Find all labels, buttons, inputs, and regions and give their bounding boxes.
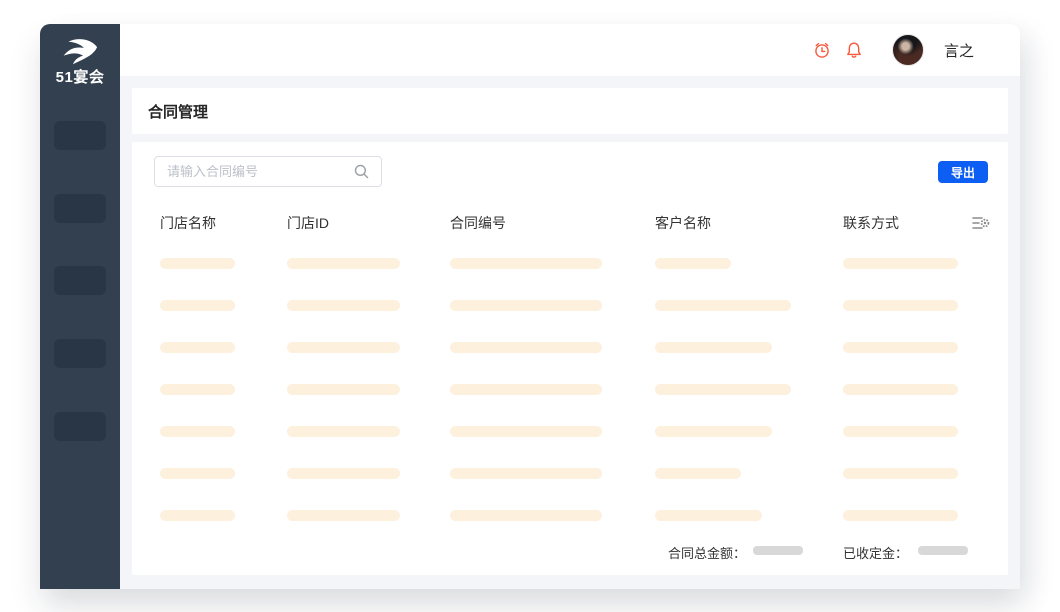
alarm-clock-icon[interactable]: [813, 41, 831, 59]
deposit-placeholder: [918, 546, 968, 555]
skeleton-bar: [160, 342, 235, 353]
column-header: 联系方式: [843, 213, 899, 233]
sidebar-menu-placeholder: [54, 121, 106, 150]
skeleton-bar: [450, 258, 602, 269]
skeleton-bar: [160, 300, 235, 311]
skeleton-bar: [450, 426, 602, 437]
skeleton-bar: [655, 258, 731, 269]
skeleton-bar: [843, 342, 958, 353]
skeleton-bar: [655, 426, 772, 437]
search-icon[interactable]: [353, 163, 370, 180]
sidebar-menu-placeholder: [54, 194, 106, 223]
column-settings-gear-icon[interactable]: [972, 215, 990, 231]
skeleton-bar: [843, 258, 958, 269]
main-area: 言之 合同管理 导出 门店名称 门店ID 合同编号 客户名称 联系方式: [120, 24, 1020, 589]
skeleton-bar: [655, 510, 762, 521]
sidebar: 51宴会: [40, 24, 120, 589]
skeleton-bar: [450, 342, 602, 353]
top-header: 言之: [120, 24, 1020, 76]
skeleton-bar: [160, 468, 235, 479]
skeleton-bar: [655, 342, 772, 353]
skeleton-bar: [843, 510, 958, 521]
skeleton-bar: [655, 468, 741, 479]
skeleton-bar: [843, 426, 958, 437]
column-header: 门店ID: [287, 213, 329, 233]
page-title-card: 合同管理: [132, 88, 1008, 134]
avatar: [892, 34, 924, 66]
skeleton-bar: [287, 468, 400, 479]
skeleton-bar: [450, 468, 602, 479]
sidebar-menu-placeholder: [54, 412, 106, 441]
skeleton-bar: [450, 300, 602, 311]
deposit-label: 已收定金：: [843, 543, 908, 562]
skeleton-bar: [287, 510, 400, 521]
sidebar-menu-placeholder: [54, 266, 106, 295]
skeleton-bar: [287, 384, 400, 395]
column-header: 门店名称: [160, 213, 216, 233]
skeleton-bar: [287, 426, 400, 437]
skeleton-bar: [843, 300, 958, 311]
page-title: 合同管理: [148, 101, 208, 122]
column-header: 合同编号: [450, 213, 506, 233]
search-input[interactable]: [155, 164, 353, 179]
skeleton-bar: [287, 342, 400, 353]
sidebar-menu-placeholder: [54, 339, 106, 368]
skeleton-bar: [287, 258, 400, 269]
export-button[interactable]: 导出: [938, 161, 988, 183]
bell-icon[interactable]: [845, 41, 863, 59]
skeleton-bar: [160, 384, 235, 395]
table-card: 导出 门店名称 门店ID 合同编号 客户名称 联系方式 合同总金额： 已收定金：: [132, 142, 1008, 575]
skeleton-bar: [450, 384, 602, 395]
total-amount-label: 合同总金额：: [668, 543, 746, 562]
skeleton-bar: [655, 300, 791, 311]
user-name: 言之: [944, 40, 974, 61]
user-menu[interactable]: 言之: [892, 34, 974, 66]
skeleton-bar: [843, 384, 958, 395]
logo-text: 51宴会: [40, 66, 120, 87]
app-window: 51宴会 言之: [40, 24, 1020, 589]
skeleton-bar: [287, 300, 400, 311]
skeleton-bar: [160, 510, 235, 521]
skeleton-bar: [450, 510, 602, 521]
skeleton-bar: [843, 468, 958, 479]
skeleton-bar: [655, 384, 791, 395]
bird-logo-icon: [58, 37, 102, 65]
total-amount-placeholder: [753, 546, 803, 555]
logo: 51宴会: [40, 24, 120, 87]
skeleton-bar: [160, 426, 235, 437]
search-box: [154, 156, 382, 187]
skeleton-bar: [160, 258, 235, 269]
column-header: 客户名称: [655, 213, 711, 233]
